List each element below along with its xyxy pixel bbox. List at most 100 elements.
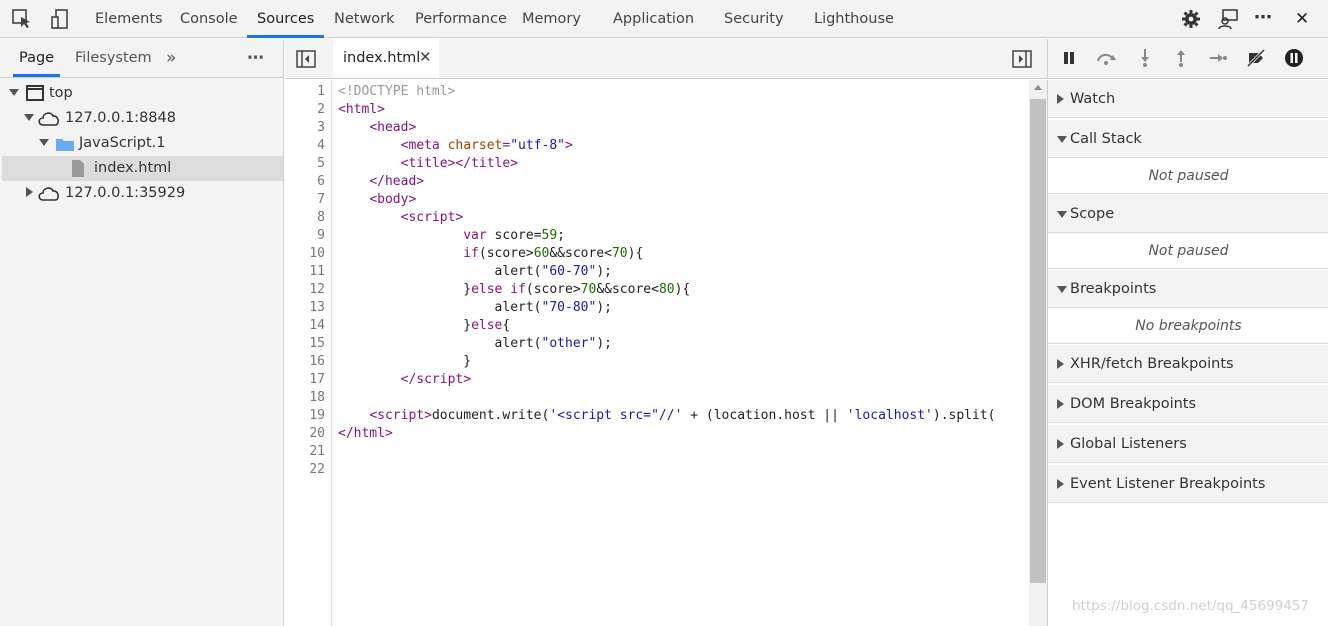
tab-filesystem[interactable]: Filesystem [75, 39, 152, 77]
toggle-navigator-icon[interactable] [296, 50, 316, 72]
section-scope[interactable]: Scope [1048, 195, 1328, 233]
inspect-element-icon[interactable] [11, 8, 33, 30]
expand-arrow-icon[interactable] [39, 139, 49, 146]
more-tabs-chevron-icon[interactable]: » [166, 39, 176, 77]
code-line[interactable]: if(score>60&&score<70){ [338, 245, 643, 263]
tab-elements[interactable]: Elements [95, 0, 163, 38]
feedback-icon[interactable] [1217, 8, 1239, 30]
code-line[interactable]: alert("60-70"); [338, 263, 612, 281]
tree-item-folder-javascript[interactable]: JavaScript.1 [2, 131, 283, 156]
collapse-arrow-icon[interactable] [1057, 359, 1064, 369]
tree-item-file-index-html[interactable]: index.html [2, 156, 283, 181]
step-icon[interactable] [1208, 51, 1228, 69]
code-line[interactable]: <script>document.write('<script src="//'… [338, 407, 995, 425]
scroll-up-arrow-icon[interactable] [1034, 85, 1042, 90]
section-dom-breakpoints[interactable]: DOM Breakpoints [1048, 385, 1328, 423]
line-number: 13 [309, 300, 325, 315]
code-line[interactable]: alert("70-80"); [338, 299, 612, 317]
tab-security[interactable]: Security [724, 0, 784, 38]
editor-tab-bar: index.html ✕ [285, 39, 1047, 79]
code-line[interactable]: </html> [338, 425, 393, 443]
debugger-sidebar: Watch Call Stack Not paused Scope Not pa… [1047, 80, 1328, 626]
pause-icon[interactable] [1062, 51, 1076, 69]
tab-performance[interactable]: Performance [415, 0, 507, 38]
line-number: 20 [309, 426, 325, 441]
expand-arrow-icon[interactable] [24, 114, 34, 121]
pause-on-exceptions-icon[interactable] [1284, 48, 1304, 72]
debugger-toolbar [1047, 39, 1328, 79]
collapse-arrow-icon[interactable] [1057, 479, 1064, 489]
editor-file-tab[interactable]: index.html ✕ [333, 39, 439, 78]
code-line[interactable]: <meta charset="utf-8"> [338, 137, 573, 155]
code-line[interactable]: </script> [338, 371, 471, 389]
tree-item-origin-35929[interactable]: 127.0.0.1:35929 [2, 181, 283, 206]
code-line[interactable]: }else if(score>70&&score<80){ [338, 281, 690, 299]
code-line[interactable]: } [338, 353, 471, 371]
expand-arrow-icon[interactable] [1057, 136, 1067, 143]
code-line[interactable]: alert("other"); [338, 335, 612, 353]
toggle-debugger-icon[interactable] [1012, 50, 1032, 72]
tab-application[interactable]: Application [613, 0, 694, 38]
step-out-icon[interactable] [1175, 48, 1187, 72]
section-title: Scope [1070, 206, 1115, 222]
navigator-menu-icon[interactable]: ⋯ [247, 39, 264, 77]
collapse-arrow-icon[interactable] [1057, 399, 1064, 409]
section-event-listener-breakpoints[interactable]: Event Listener Breakpoints [1048, 465, 1328, 503]
code-line[interactable]: <script> [338, 209, 464, 227]
more-options-icon[interactable]: ⋯ [1254, 0, 1272, 38]
line-number: 15 [309, 336, 325, 351]
collapse-arrow-icon[interactable] [1057, 94, 1064, 104]
code-editor[interactable]: 1 2 3 4 5 6 7 8 9 10 11 12 13 14 15 16 1… [285, 80, 1029, 626]
code-line[interactable]: <title></title> [338, 155, 518, 173]
code-line[interactable]: <head> [338, 119, 416, 137]
tab-network[interactable]: Network [334, 0, 395, 38]
scrollbar-thumb[interactable] [1030, 99, 1046, 583]
section-xhr-breakpoints[interactable]: XHR/fetch Breakpoints [1048, 345, 1328, 383]
code-line[interactable]: <!DOCTYPE html> [338, 83, 455, 101]
line-number: 1 [317, 84, 325, 99]
editor-scrollbar[interactable] [1029, 80, 1047, 626]
code-line[interactable]: </head> [338, 173, 424, 191]
code-line[interactable]: }else{ [338, 317, 510, 335]
expand-arrow-icon[interactable] [1057, 286, 1067, 293]
code-line[interactable]: var score=59; [338, 227, 565, 245]
tab-page[interactable]: Page [12, 39, 61, 77]
tab-console[interactable]: Console [180, 0, 238, 38]
devtools-toolbar: Elements Console Sources Network Perform… [0, 0, 1328, 38]
collapse-arrow-icon[interactable] [26, 187, 33, 197]
line-number: 5 [317, 156, 325, 171]
section-title: Breakpoints [1070, 281, 1157, 297]
close-tab-icon[interactable]: ✕ [419, 39, 432, 76]
line-number: 8 [317, 210, 325, 225]
step-into-icon[interactable] [1139, 48, 1151, 72]
tab-lighthouse[interactable]: Lighthouse [814, 0, 894, 38]
tree-item-top[interactable]: top [2, 81, 283, 106]
line-number: 16 [309, 354, 325, 369]
collapse-arrow-icon[interactable] [1057, 439, 1064, 449]
code-line[interactable]: <html> [338, 101, 385, 119]
tab-memory[interactable]: Memory [522, 0, 581, 38]
tree-item-label: 127.0.0.1:35929 [65, 185, 186, 201]
tab-sources[interactable]: Sources [246, 0, 325, 38]
section-watch[interactable]: Watch [1048, 80, 1328, 118]
tree-item-label: top [49, 85, 73, 101]
cloud-icon [37, 185, 61, 210]
line-number: 22 [309, 462, 325, 477]
line-number: 18 [309, 390, 325, 405]
step-over-icon[interactable] [1095, 50, 1117, 70]
expand-arrow-icon[interactable] [1057, 211, 1067, 218]
code-line[interactable]: <body> [338, 191, 416, 209]
close-devtools-icon[interactable]: ✕ [1295, 0, 1309, 38]
section-call-stack[interactable]: Call Stack [1048, 120, 1328, 158]
line-number: 21 [309, 444, 325, 459]
section-breakpoints[interactable]: Breakpoints [1048, 270, 1328, 308]
tree-item-origin-8848[interactable]: 127.0.0.1:8848 [2, 106, 283, 131]
section-title: XHR/fetch Breakpoints [1070, 356, 1234, 372]
section-title: Global Listeners [1070, 436, 1187, 452]
section-global-listeners[interactable]: Global Listeners [1048, 425, 1328, 463]
deactivate-breakpoints-icon[interactable] [1246, 48, 1266, 71]
device-toolbar-icon[interactable] [49, 8, 71, 30]
expand-arrow-icon[interactable] [9, 89, 19, 96]
line-number: 6 [317, 174, 325, 189]
settings-gear-icon[interactable] [1180, 8, 1202, 30]
